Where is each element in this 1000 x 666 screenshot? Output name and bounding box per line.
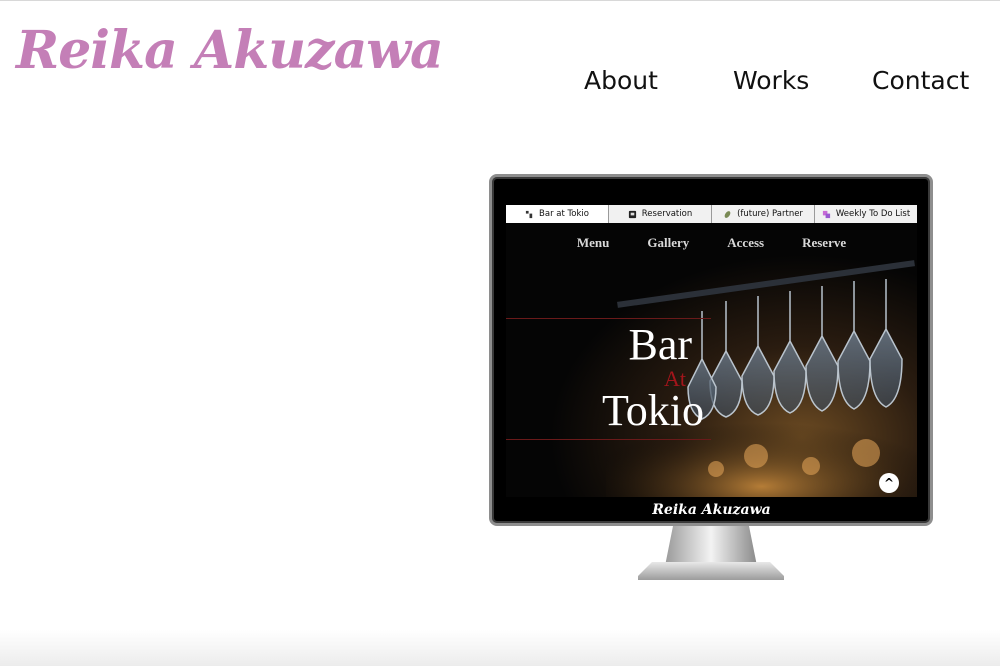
mockup-nav-gallery[interactable]: Gallery — [647, 235, 689, 251]
browser-tab-weekly-todo[interactable]: Weekly To Do List — [815, 205, 917, 223]
hero-rule-top — [506, 318, 711, 319]
monitor-mockup: Bar at Tokio Reservation (future) Partne… — [489, 174, 933, 526]
wine-glasses-photo — [606, 260, 917, 497]
browser-tab-future-partner[interactable]: (future) Partner — [712, 205, 815, 223]
mockup-footer-logo: Reika Akuzawa — [652, 502, 771, 518]
top-divider — [0, 0, 1000, 1]
hero-word-bar: Bar — [628, 320, 692, 369]
tab-label: Bar at Tokio — [539, 209, 589, 219]
monitor-screen: Bar at Tokio Reservation (future) Partne… — [506, 205, 917, 497]
mockup-site-hero: Menu Gallery Access Reserve Bar At Tokio… — [506, 223, 917, 497]
nav-link-about[interactable]: About — [584, 66, 658, 95]
browser-tab-reservation[interactable]: Reservation — [609, 205, 712, 223]
bar-favicon-icon — [525, 210, 533, 218]
browser-tab-bar-at-tokio[interactable]: Bar at Tokio — [506, 205, 609, 223]
mockup-footer: Reika Akuzawa — [506, 497, 917, 523]
scroll-to-top-button[interactable]: ^ — [879, 473, 899, 493]
monitor-stand-neck — [665, 526, 757, 566]
mockup-nav-menu[interactable]: Menu — [577, 235, 610, 251]
mockup-nav-access[interactable]: Access — [727, 235, 764, 251]
mockup-nav-reserve[interactable]: Reserve — [802, 235, 846, 251]
site-logo[interactable]: Reika Akuzawa — [16, 20, 444, 81]
tab-label: Weekly To Do List — [835, 209, 911, 219]
tab-label: Reservation — [641, 209, 693, 219]
hero-word-tokio: Tokio — [601, 386, 704, 435]
nav-link-contact[interactable]: Contact — [872, 66, 969, 95]
browser-tab-bar: Bar at Tokio Reservation (future) Partne… — [506, 205, 917, 223]
tab-label: (future) Partner — [737, 209, 803, 219]
mockup-site-nav: Menu Gallery Access Reserve — [506, 235, 917, 251]
chevron-up-icon: ^ — [883, 476, 895, 490]
nav-link-works[interactable]: Works — [733, 66, 809, 95]
todo-favicon-icon — [822, 210, 830, 218]
page-bottom-shade — [0, 630, 1000, 666]
leaf-favicon-icon — [724, 210, 731, 218]
monitor-stand-base — [638, 562, 784, 580]
hero-rule-bottom — [506, 439, 711, 440]
reservation-favicon-icon — [628, 210, 636, 218]
